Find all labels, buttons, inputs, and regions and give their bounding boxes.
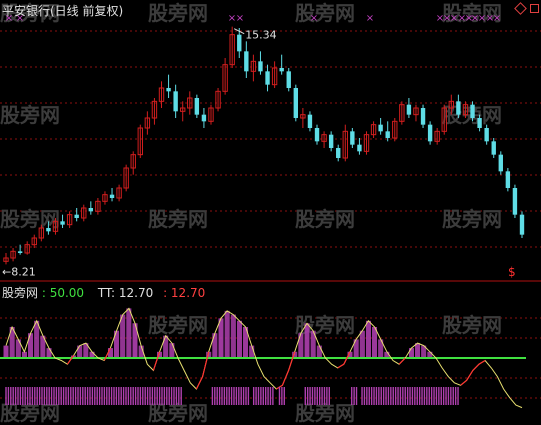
candle-body	[512, 188, 518, 215]
candle-body	[505, 171, 511, 188]
watermark-text: 股旁网	[0, 207, 60, 231]
indicator-line-up-segment	[466, 370, 474, 381]
candle-body	[194, 98, 200, 115]
candle-body	[420, 108, 426, 125]
candle-body	[237, 34, 242, 52]
watermark-text: 股旁网	[148, 1, 208, 25]
candle-body	[286, 71, 291, 88]
candle-body	[498, 154, 503, 172]
signal-marker: ×	[493, 13, 501, 24]
indicator-line-up-segment	[195, 376, 204, 390]
chart-title: 平安银行(日线 前复权)	[2, 4, 124, 18]
corner-square-icon[interactable]	[530, 4, 539, 13]
candle-body	[484, 128, 489, 142]
indicator-line-up-segment	[152, 351, 161, 371]
candle-body	[258, 61, 263, 72]
candle-body	[328, 134, 334, 148]
indicator-label2: TT: 12.70	[97, 286, 154, 300]
indicator-line-up-segment	[201, 351, 210, 377]
indicator-line-up-segment	[472, 363, 480, 371]
watermark-text: 股旁网	[148, 207, 208, 231]
candle-body	[456, 101, 461, 115]
high-label: 15.34	[245, 29, 276, 42]
candle-body	[60, 221, 65, 225]
candle-body	[88, 208, 94, 212]
candle-body	[17, 251, 23, 253]
signal-marker: ×	[366, 13, 374, 24]
candle-body	[307, 114, 313, 128]
indicator-line-up-segment	[337, 363, 345, 369]
candle-body	[279, 68, 284, 72]
candle-body	[74, 214, 79, 218]
candle-body	[378, 124, 383, 132]
candlestick-and-indicator-chart[interactable]: 股旁网 股旁网 股旁网 股旁网股旁网股旁网 股旁网 股旁网 股旁网股旁网 股旁网 股旁网股旁网股…	[0, 0, 541, 425]
watermark-text: 股旁网	[442, 207, 502, 231]
watermark-text: 股旁网	[442, 313, 502, 337]
candle-body	[293, 88, 298, 118]
indicator-line-up-segment	[288, 351, 296, 371]
candle-body	[173, 91, 178, 112]
signal-dollar-mark: $	[508, 265, 516, 279]
candle-body	[470, 104, 475, 118]
candle-body	[314, 128, 320, 142]
candle-body	[406, 104, 412, 115]
low-label: ←8.21	[2, 265, 36, 278]
candle-body	[385, 131, 390, 138]
candle-body	[477, 118, 482, 128]
watermark-text: 股旁网	[295, 1, 355, 25]
candle-body	[519, 214, 525, 235]
stock-chart-window: 股旁网 股旁网 股旁网 股旁网 股旁网 股旁网 股旁网 股旁网 股旁网 股旁网 股旁网 股旁网 股旁网股…	[0, 0, 541, 425]
indicator-header: 股旁网 : 50.00 TT: 12.70 : 12.70	[2, 284, 205, 301]
indicator-line-up-segment	[66, 355, 75, 365]
indicator-value1: : 50.00	[41, 286, 85, 300]
candle-body	[336, 148, 341, 158]
candle-body	[201, 114, 207, 122]
candle-body	[357, 144, 362, 152]
candle-body	[350, 131, 355, 145]
candle-body	[109, 194, 115, 198]
indicator-line-up-segment	[478, 359, 486, 365]
candle-body	[491, 141, 496, 155]
watermark-text: 股旁网	[148, 313, 208, 337]
candle-body	[46, 228, 51, 232]
signal-marker: ×	[310, 13, 318, 24]
indicator-line-up-segment	[460, 379, 468, 386]
signal-marker: ×	[236, 13, 244, 24]
candle-body	[427, 124, 433, 142]
watermark-text: 股旁网	[295, 207, 355, 231]
watermark-text: 股旁网	[295, 313, 355, 337]
candle-body	[244, 51, 249, 72]
candle-body	[166, 88, 171, 92]
indicator-value3: : 12.70	[163, 286, 206, 300]
watermark-text: 股旁网	[0, 103, 60, 127]
indicator-line-up-segment	[281, 370, 290, 386]
candle-body	[265, 71, 270, 85]
indicator-name: 股旁网	[2, 286, 39, 300]
